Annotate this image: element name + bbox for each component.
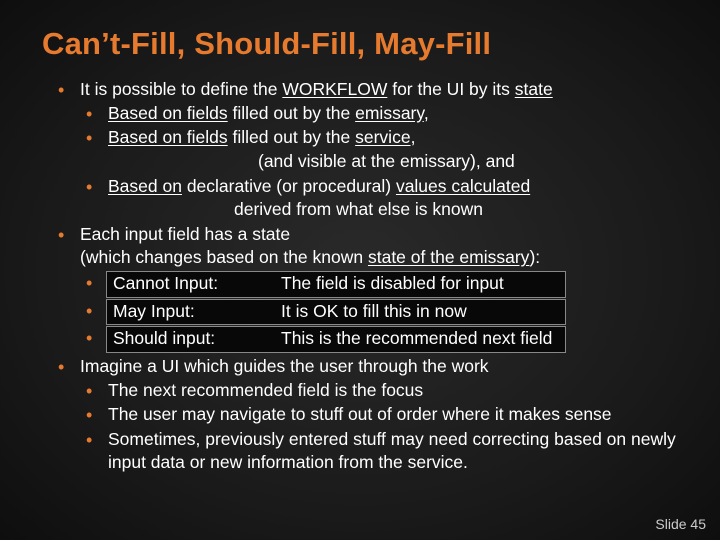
text-underline: Based on: [108, 176, 182, 196]
text: ):: [529, 247, 540, 267]
sub-list: The next recommended field is the focus …: [80, 379, 684, 476]
state-label: Cannot Input:: [113, 272, 281, 296]
text: filled out by the: [228, 103, 355, 123]
slide-number: Slide 45: [655, 516, 706, 532]
text: Imagine a UI which guides the user throu…: [80, 356, 489, 376]
state-label: May Input:: [113, 300, 281, 324]
state-rows: Cannot Input:The field is disabled for i…: [80, 271, 684, 354]
state-desc: It is OK to fill this in now: [281, 300, 467, 324]
text-underline: state: [515, 79, 553, 99]
text: for the UI by its: [387, 79, 514, 99]
text-underline: WORKFLOW: [282, 79, 387, 99]
continuation-line: derived from what else is known: [108, 198, 684, 222]
state-box: Cannot Input:The field is disabled for i…: [106, 271, 566, 298]
sub-bullet: Sometimes, previously entered stuff may …: [86, 428, 684, 475]
state-desc: The field is disabled for input: [281, 272, 504, 296]
sub-list: Based on fields filled out by the emissa…: [80, 102, 684, 222]
state-row: Should input:This is the recommended nex…: [86, 326, 684, 354]
state-box: May Input:It is OK to fill this in now: [106, 299, 566, 326]
state-box: Should input:This is the recommended nex…: [106, 326, 566, 353]
text-underline: service: [355, 127, 410, 147]
state-label: Should input:: [113, 327, 281, 351]
sub-bullet: The user may navigate to stuff out of or…: [86, 403, 684, 427]
sub-bullet: Based on declarative (or procedural) val…: [86, 175, 684, 222]
text: ,: [424, 103, 429, 123]
text-underline: Based on fields: [108, 103, 228, 123]
text: ,: [411, 127, 416, 147]
continuation-line: (and visible at the emissary), and: [108, 150, 684, 174]
bullet-list: It is possible to define the WORKFLOW fo…: [40, 78, 684, 475]
sub-bullet: The next recommended field is the focus: [86, 379, 684, 403]
text-underline: state of the emissary: [368, 247, 529, 267]
bullet-2: Each input field has a state (which chan…: [58, 223, 684, 354]
text-underline: emissary: [355, 103, 424, 123]
slide-title: Can’t-Fill, Should-Fill, May-Fill: [42, 26, 684, 62]
slide: Can’t-Fill, Should-Fill, May-Fill It is …: [0, 0, 720, 540]
text-underline: values calculated: [396, 176, 530, 196]
text: filled out by the: [228, 127, 355, 147]
state-row: Cannot Input:The field is disabled for i…: [86, 271, 684, 299]
text: (which changes based on the known: [80, 247, 368, 267]
sub-bullet: Based on fields filled out by the emissa…: [86, 102, 684, 126]
text: Each input field has a state: [80, 224, 290, 244]
state-row: May Input:It is OK to fill this in now: [86, 299, 684, 327]
bullet-1: It is possible to define the WORKFLOW fo…: [58, 78, 684, 222]
sub-bullet: Based on fields filled out by the servic…: [86, 126, 684, 173]
text-underline: Based on fields: [108, 127, 228, 147]
state-desc: This is the recommended next field: [281, 327, 552, 351]
bullet-3: Imagine a UI which guides the user throu…: [58, 355, 684, 475]
text: declarative (or procedural): [182, 176, 396, 196]
text: It is possible to define the: [80, 79, 282, 99]
